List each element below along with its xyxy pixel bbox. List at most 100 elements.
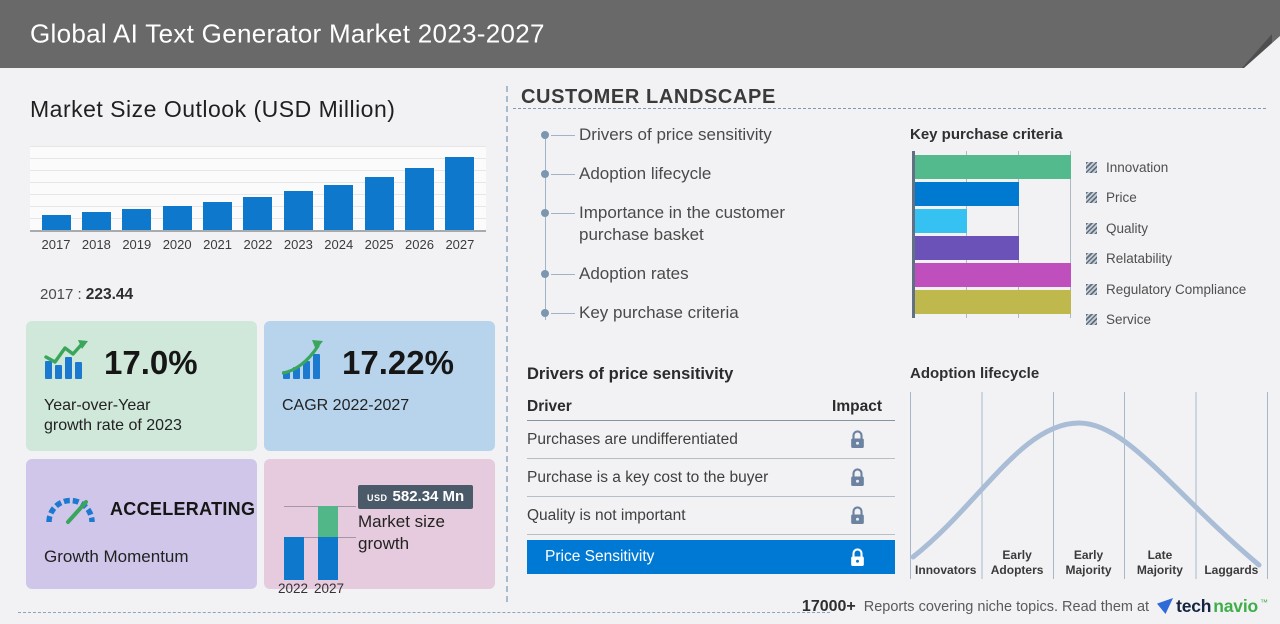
market-bar-column: [159, 206, 195, 230]
customer-landscape-list: Drivers of price sensitivity Adoption lif…: [521, 124, 871, 325]
market-bar-column: [38, 215, 74, 230]
adoption-lifecycle-title: Adoption lifecycle: [910, 365, 1040, 382]
page-curl-cut: [1244, 36, 1280, 68]
year-tick-label: 2020: [162, 237, 192, 252]
yoy-growth-value: 17.0%: [104, 343, 198, 381]
year-tick-label: 2018: [81, 237, 111, 252]
year-tick-label: 2026: [405, 237, 434, 252]
header-bar: Global AI Text Generator Market 2023-202…: [0, 0, 1280, 68]
criteria-bar: [915, 263, 1071, 287]
legend-label: Relatability: [1106, 251, 1173, 267]
timeline-dot-icon: [541, 209, 549, 218]
key-purchase-criteria-title: Key purchase criteria: [910, 126, 1063, 143]
mini-bar-2027-growth: [318, 506, 338, 537]
timeline-connector: [551, 173, 575, 175]
market-size-bar: [243, 197, 273, 230]
legend-swatch-icon: [1086, 161, 1097, 173]
table-header-row: Driver Impact: [527, 394, 895, 421]
yoy-growth-label: Year-over-Year growth rate of 2023: [44, 397, 182, 435]
table-row: Quality is not important: [527, 497, 895, 535]
market-size-plot: [30, 146, 486, 232]
year-tick-label: 2017: [41, 237, 71, 252]
landscape-item-label: Adoption rates: [579, 264, 689, 284]
price-sensitivity-highlight-row: Price Sensitivity: [527, 540, 895, 574]
criteria-bar: [915, 236, 1019, 260]
growth-mini-chart: 2022 2027: [276, 479, 358, 596]
infographic-page: Global AI Text Generator Market 2023-202…: [0, 0, 1280, 624]
market-size-bar: [324, 185, 354, 230]
technavio-arrow-icon: [1157, 598, 1174, 615]
legend-item: Price: [1086, 183, 1246, 214]
column-driver: Driver: [527, 398, 572, 415]
market-bar-column: [280, 191, 316, 230]
footer: 17000+ Reports covering niche topics. Re…: [802, 596, 1268, 617]
legend-swatch-icon: [1086, 283, 1097, 295]
lifecycle-stage-label: Innovators: [915, 562, 977, 577]
market-size-growth-card: 2022 2027 USD 582.34 Mn Market size grow…: [264, 459, 495, 596]
timeline-connector: [551, 134, 575, 136]
legend-item: Innovation: [1086, 152, 1246, 183]
legend-label: Innovation: [1106, 159, 1169, 175]
lock-icon: [819, 468, 895, 487]
legend-item: Relatability: [1086, 244, 1246, 275]
timeline-connector: [551, 312, 575, 314]
market-bar-column: [200, 202, 236, 230]
landscape-list-item: Importance in the customer purchase bask…: [521, 202, 871, 246]
legend-label: Service: [1106, 312, 1152, 328]
key-purchase-criteria-bars: [915, 151, 1072, 314]
momentum-label: Growth Momentum: [44, 547, 189, 566]
base-year-value: 223.44: [85, 286, 134, 303]
brand-prefix: tech: [1176, 596, 1212, 616]
mini-bar-2022: [284, 537, 304, 580]
lifecycle-stage-label: Late Majority: [1136, 548, 1183, 577]
market-size-bar: [405, 168, 435, 230]
growth-amount-badge: USD 582.34 Mn: [358, 485, 474, 509]
landscape-list-item: Adoption rates: [521, 263, 871, 285]
technavio-logo: tech navio ™: [1157, 596, 1268, 617]
cagr-label: CAGR 2022-2027: [282, 397, 410, 414]
momentum-status: ACCELERATING: [110, 499, 256, 519]
yoy-growth-card: 17.0% Year-over-Year growth rate of 2023: [26, 321, 257, 451]
mini-bar-2027-base: [318, 537, 338, 580]
timeline-marker: [521, 124, 579, 146]
landscape-list-item: Key purchase criteria: [521, 302, 871, 324]
legend-item: Regulatory Compliance: [1086, 274, 1246, 305]
criteria-bar: [915, 155, 1071, 179]
adoption-lifecycle-chart: Innovators Early Adopters Early Majority Late…: [910, 392, 1268, 579]
market-size-bar: [203, 202, 233, 230]
legend-label: Quality: [1106, 220, 1149, 236]
legend-swatch-icon: [1086, 314, 1097, 326]
customer-landscape-underline: [513, 108, 1266, 109]
market-size-bar: [283, 191, 313, 230]
lock-icon: [819, 547, 895, 567]
lifecycle-stage-label: Early Adopters: [990, 548, 1044, 577]
base-year-annotation: 2017 :223.44: [40, 286, 133, 304]
currency-label: USD: [367, 493, 388, 503]
lifecycle-stage-label: Laggards: [1204, 562, 1259, 577]
landscape-item-label: Key purchase criteria: [579, 303, 739, 323]
market-bar-column: [119, 209, 155, 230]
year-tick-label: 2024: [324, 237, 354, 252]
growth-card-label: Market size growth: [358, 512, 445, 554]
cagr-value: 17.22%: [342, 343, 454, 381]
legend-label: Regulatory Compliance: [1106, 281, 1247, 297]
legend-swatch-icon: [1086, 192, 1097, 204]
base-year-label: 2017 :: [40, 286, 82, 303]
page-title: Global AI Text Generator Market 2023-202…: [30, 18, 545, 49]
market-size-bar: [41, 215, 71, 230]
key-purchase-criteria-legend: Innovation Price Quality Relatability Regula…: [1086, 152, 1246, 335]
driver-cell: Purchase is a key cost to the buyer: [527, 468, 769, 486]
growth-momentum-card: ACCELERATING Growth Momentum: [26, 459, 257, 589]
landscape-item-label: Importance in the customer purchase bask…: [579, 203, 785, 245]
brand-trademark: ™: [1260, 598, 1268, 607]
year-tick-label: 2023: [283, 237, 313, 252]
market-bar-column: [78, 212, 114, 230]
market-size-bar: [81, 212, 111, 230]
timeline-dot-icon: [541, 170, 549, 179]
footer-message: Reports covering niche topics. Read them…: [863, 598, 1150, 615]
legend-label: Price: [1106, 190, 1137, 206]
legend-item: Service: [1086, 305, 1246, 336]
mini-year-right: 2027: [313, 581, 345, 596]
landscape-item-label: Adoption lifecycle: [579, 164, 712, 184]
price-sensitivity-title: Drivers of price sensitivity: [527, 365, 734, 383]
